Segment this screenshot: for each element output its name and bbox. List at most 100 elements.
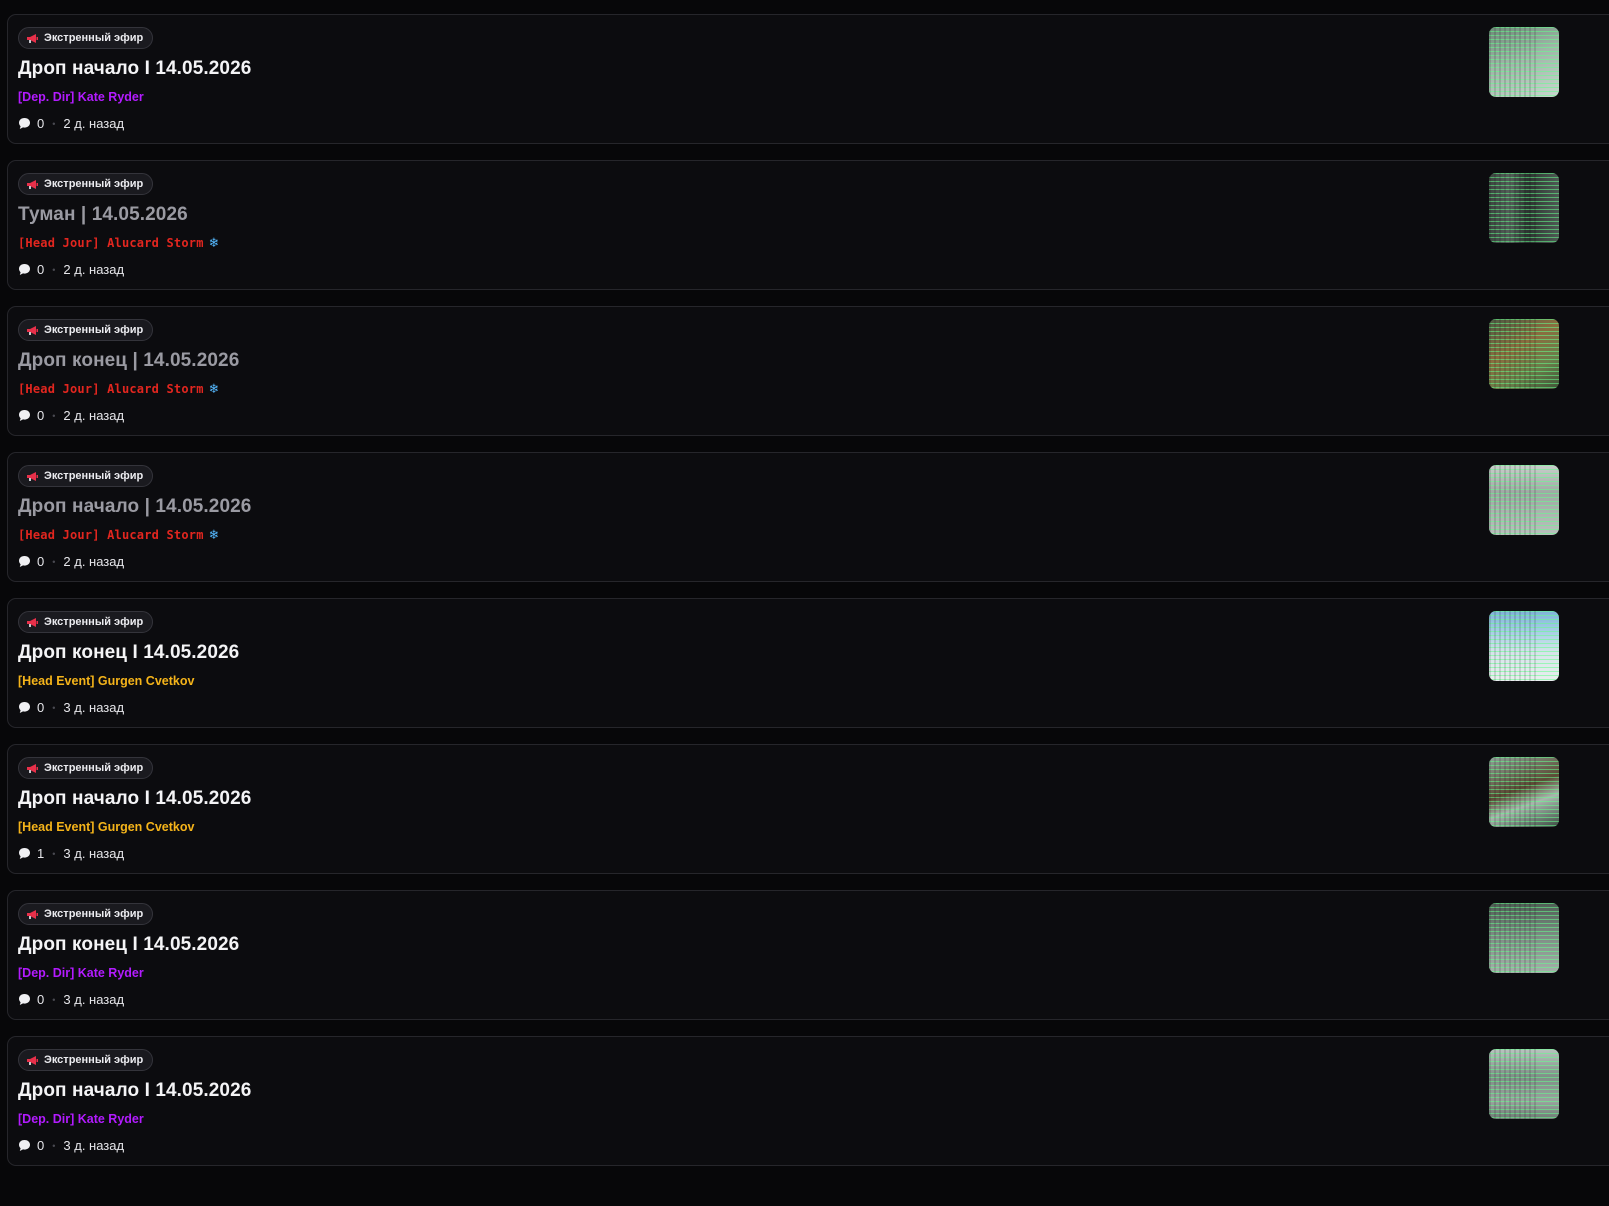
thread-meta: 1 • 3 д. назад bbox=[18, 846, 124, 861]
thread-meta: 0 • 2 д. назад bbox=[18, 554, 124, 569]
thread-thumbnail[interactable] bbox=[1489, 27, 1559, 97]
thread-title[interactable]: Дроп конец I 14.05.2026 bbox=[18, 934, 239, 956]
megaphone-icon bbox=[27, 33, 38, 43]
comment-count: 0 bbox=[37, 262, 45, 277]
megaphone-icon bbox=[27, 909, 38, 919]
comment-icon bbox=[19, 1140, 30, 1151]
author-name: [Head Event] Gurgen Cvetkov bbox=[18, 674, 195, 688]
thread-card[interactable]: Экстренный эфир Дроп конец | 14.05.2026 [H… bbox=[7, 306, 1609, 436]
thread-title[interactable]: Дроп начало I 14.05.2026 bbox=[18, 788, 251, 810]
author-name: [Head Jour] Alucard Storm bbox=[18, 236, 204, 250]
thumbnail-texture bbox=[1489, 611, 1538, 681]
thumbnail-texture bbox=[1489, 757, 1538, 827]
thread-title[interactable]: Дроп конец | 14.05.2026 bbox=[18, 350, 239, 372]
snowflake-icon: ❄ bbox=[209, 235, 219, 251]
thread-title[interactable]: Дроп начало I 14.05.2026 bbox=[18, 58, 251, 80]
thread-author[interactable]: [Head Jour] Alucard Storm ❄ bbox=[18, 382, 218, 396]
category-badge[interactable]: Экстренный эфир bbox=[18, 1049, 154, 1071]
category-badge-label: Экстренный эфир bbox=[44, 616, 144, 628]
author-name: [Dep. Dir] Kate Ryder bbox=[18, 966, 144, 980]
thread-time: 3 д. назад bbox=[63, 1138, 125, 1153]
snowflake-icon: ❄ bbox=[209, 381, 219, 397]
category-badge-label: Экстренный эфир bbox=[44, 32, 144, 44]
comment-icon bbox=[19, 410, 30, 421]
separator-dot: • bbox=[52, 994, 56, 1005]
separator-dot: • bbox=[52, 556, 56, 567]
separator-dot: • bbox=[52, 1140, 56, 1151]
comment-count: 0 bbox=[37, 408, 45, 423]
thread-time: 3 д. назад bbox=[63, 700, 125, 715]
thread-author[interactable]: [Dep. Dir] Kate Ryder bbox=[18, 1112, 144, 1126]
separator-dot: • bbox=[52, 264, 56, 275]
thread-time: 3 д. назад bbox=[63, 846, 125, 861]
author-name: [Head Event] Gurgen Cvetkov bbox=[18, 820, 195, 834]
comment-count: 0 bbox=[37, 700, 45, 715]
comment-count: 1 bbox=[37, 846, 45, 861]
comment-icon bbox=[19, 848, 30, 859]
thumbnail-texture bbox=[1489, 903, 1538, 973]
thread-card[interactable]: Экстренный эфир Дроп начало I 14.05.2026 [… bbox=[7, 744, 1609, 874]
author-name: [Head Jour] Alucard Storm bbox=[18, 382, 204, 396]
thread-author[interactable]: [Head Jour] Alucard Storm ❄ bbox=[18, 528, 218, 542]
thread-author[interactable]: [Dep. Dir] Kate Ryder bbox=[18, 966, 144, 980]
thread-card[interactable]: Экстренный эфир Дроп начало I 14.05.2026 [… bbox=[7, 14, 1609, 144]
thumbnail-texture bbox=[1489, 1049, 1538, 1119]
megaphone-icon bbox=[27, 763, 38, 773]
thread-meta: 0 • 3 д. назад bbox=[18, 700, 124, 715]
comment-count: 0 bbox=[37, 992, 45, 1007]
separator-dot: • bbox=[52, 848, 56, 859]
thread-author[interactable]: [Head Event] Gurgen Cvetkov bbox=[18, 674, 194, 688]
comment-icon bbox=[19, 118, 30, 129]
comment-count: 0 bbox=[37, 554, 45, 569]
category-badge-label: Экстренный эфир bbox=[44, 470, 144, 482]
thread-meta: 0 • 3 д. назад bbox=[18, 1138, 124, 1153]
author-name: [Dep. Dir] Kate Ryder bbox=[18, 1112, 144, 1126]
thread-title[interactable]: Дроп конец I 14.05.2026 bbox=[18, 642, 239, 664]
megaphone-icon bbox=[27, 325, 38, 335]
thread-card[interactable]: Экстренный эфир Дроп начало | 14.05.2026 [… bbox=[7, 452, 1609, 582]
category-badge-label: Экстренный эфир bbox=[44, 762, 144, 774]
comment-icon bbox=[19, 702, 30, 713]
thread-card[interactable]: Экстренный эфир Дроп начало I 14.05.2026 [… bbox=[7, 1036, 1609, 1166]
thread-thumbnail[interactable] bbox=[1489, 173, 1559, 243]
comment-icon bbox=[19, 994, 30, 1005]
thread-thumbnail[interactable] bbox=[1489, 903, 1559, 973]
category-badge-label: Экстренный эфир bbox=[44, 908, 144, 920]
category-badge-label: Экстренный эфир bbox=[44, 324, 144, 336]
thumbnail-texture bbox=[1489, 465, 1538, 535]
comment-count: 0 bbox=[37, 1138, 45, 1153]
thread-meta: 0 • 2 д. назад bbox=[18, 262, 124, 277]
thread-card[interactable]: Экстренный эфир Туман | 14.05.2026 [Head J… bbox=[7, 160, 1609, 290]
thread-card[interactable]: Экстренный эфир Дроп конец I 14.05.2026 [D… bbox=[7, 890, 1609, 1020]
thread-time: 2 д. назад bbox=[63, 116, 125, 131]
category-badge[interactable]: Экстренный эфир bbox=[18, 27, 154, 49]
thread-title[interactable]: Дроп начало I 14.05.2026 bbox=[18, 1080, 251, 1102]
category-badge[interactable]: Экстренный эфир bbox=[18, 173, 154, 195]
thread-author[interactable]: [Head Event] Gurgen Cvetkov bbox=[18, 820, 194, 834]
thread-title[interactable]: Туман | 14.05.2026 bbox=[18, 204, 188, 226]
megaphone-icon bbox=[27, 617, 38, 627]
thumbnail-texture bbox=[1489, 319, 1538, 389]
thread-thumbnail[interactable] bbox=[1489, 1049, 1559, 1119]
thread-thumbnail[interactable] bbox=[1489, 611, 1559, 681]
megaphone-icon bbox=[27, 1055, 38, 1065]
thread-card[interactable]: Экстренный эфир Дроп конец I 14.05.2026 [H… bbox=[7, 598, 1609, 728]
thread-thumbnail[interactable] bbox=[1489, 757, 1559, 827]
thread-time: 3 д. назад bbox=[63, 992, 125, 1007]
category-badge[interactable]: Экстренный эфир bbox=[18, 465, 154, 487]
thread-author[interactable]: [Head Jour] Alucard Storm ❄ bbox=[18, 236, 218, 250]
thread-author[interactable]: [Dep. Dir] Kate Ryder bbox=[18, 90, 144, 104]
thread-thumbnail[interactable] bbox=[1489, 319, 1559, 389]
separator-dot: • bbox=[52, 702, 56, 713]
category-badge[interactable]: Экстренный эфир bbox=[18, 319, 154, 341]
thread-thumbnail[interactable] bbox=[1489, 465, 1559, 535]
category-badge[interactable]: Экстренный эфир bbox=[18, 757, 154, 779]
author-name: [Dep. Dir] Kate Ryder bbox=[18, 90, 144, 104]
category-badge[interactable]: Экстренный эфир bbox=[18, 611, 154, 633]
megaphone-icon bbox=[27, 471, 38, 481]
separator-dot: • bbox=[52, 410, 56, 421]
thread-title[interactable]: Дроп начало | 14.05.2026 bbox=[18, 496, 251, 518]
category-badge[interactable]: Экстренный эфир bbox=[18, 903, 154, 925]
thumbnail-texture bbox=[1489, 27, 1538, 97]
comment-count: 0 bbox=[37, 116, 45, 131]
